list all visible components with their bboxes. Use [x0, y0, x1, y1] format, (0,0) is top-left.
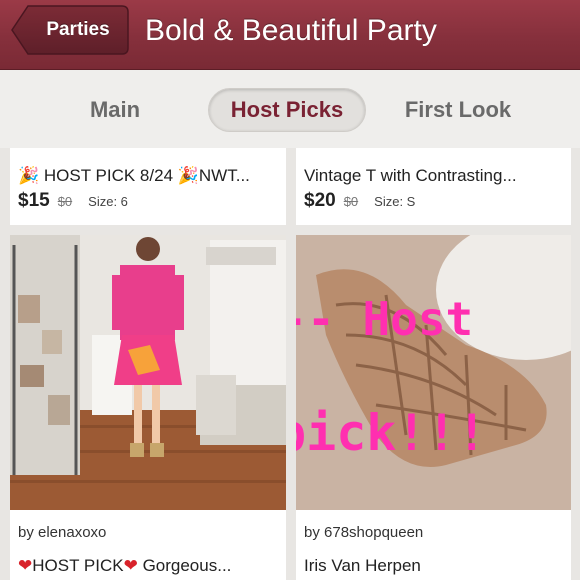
tab-host-picks[interactable]: Host Picks — [208, 88, 366, 132]
overlay-text-arrow: <--- Host — [296, 292, 473, 346]
price-row: $20 $0 Size: S — [304, 190, 415, 212]
listing-photo[interactable] — [10, 235, 286, 510]
original-price: $0 — [57, 194, 73, 209]
size-label: Size: S — [374, 194, 416, 209]
listing-card[interactable]: Vintage T with Contrasting... $20 $0 Siz… — [296, 148, 571, 225]
listing-price: $15 — [18, 190, 50, 211]
seller-byline[interactable]: by elenaxoxo — [18, 524, 106, 541]
heart-icon: ❤ — [123, 556, 138, 575]
size-label: Size: 6 — [88, 194, 128, 209]
listing-card[interactable]: 🎉 HOST PICK 8/24 🎉NWT... $15 $0 Size: 6 — [10, 148, 286, 225]
back-button[interactable]: Parties — [10, 4, 130, 56]
tab-main[interactable]: Main — [60, 88, 170, 132]
listing-price: $20 — [304, 190, 336, 211]
listing-title: Iris Van Herpen — [304, 556, 421, 575]
listing-title-text: HOST PICK — [32, 556, 124, 575]
listing-card[interactable]: by elenaxoxo ❤HOST PICK❤ Gorgeous... — [10, 235, 286, 580]
heart-icon: ❤ — [18, 556, 33, 575]
seller-byline[interactable]: by 678shopqueen — [304, 524, 423, 541]
original-price: $0 — [343, 194, 359, 209]
tab-first-look[interactable]: First Look — [388, 88, 528, 132]
listing-title-suffix: Gorgeous... — [142, 556, 232, 575]
nav-header: Parties Bold & Beautiful Party — [0, 0, 580, 70]
tab-bar: Main Host Picks First Look — [0, 70, 580, 148]
page-title: Bold & Beautiful Party — [145, 14, 437, 47]
overlay-text-pick: pick!!! — [296, 404, 487, 462]
listings-grid: 🎉 HOST PICK 8/24 🎉NWT... $15 $0 Size: 6 … — [0, 148, 580, 580]
listing-photo[interactable]: <--- Host pick!!! — [296, 235, 571, 510]
listing-card[interactable]: <--- Host pick!!! by 678shopqueen Iris V… — [296, 235, 571, 580]
photo-woman-pink-outfit — [10, 235, 286, 510]
price-row: $15 $0 Size: 6 — [18, 190, 128, 212]
listing-title: 🎉 HOST PICK 8/24 🎉NWT... — [18, 166, 250, 185]
listing-title: ❤HOST PICK❤ Gorgeous... — [18, 556, 280, 576]
photo-shoe: <--- Host pick!!! — [296, 235, 571, 510]
back-button-label: Parties — [46, 19, 110, 40]
listing-title: Vintage T with Contrasting... — [304, 166, 517, 185]
